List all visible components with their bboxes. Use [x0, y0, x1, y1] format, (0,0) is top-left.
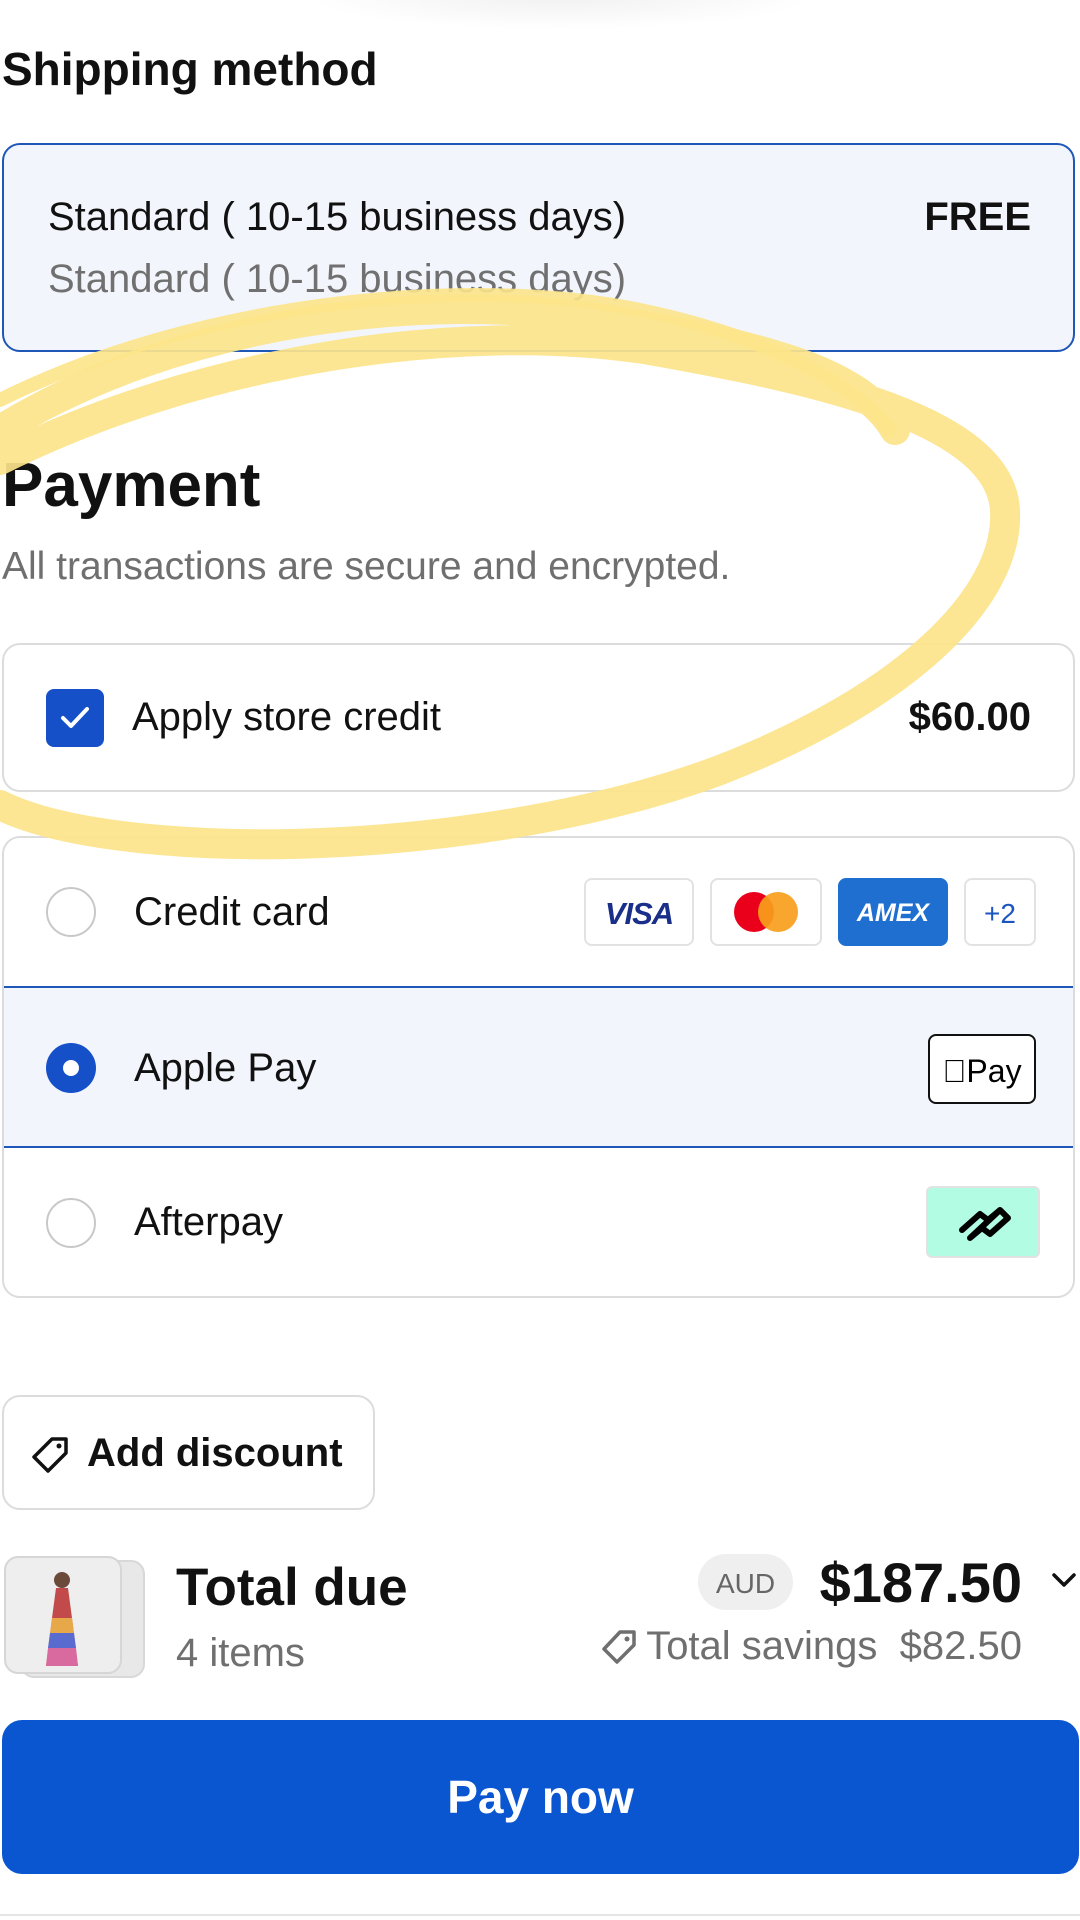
apple-pay-logo-icon: Pay: [928, 1034, 1036, 1104]
shipping-option-price: FREE: [924, 195, 1031, 239]
product-thumbnail[interactable]: [4, 1556, 122, 1674]
chevron-down-icon[interactable]: [1050, 1570, 1078, 1590]
payment-method-apple-pay[interactable]: Apple Pay Pay: [4, 986, 1073, 1148]
bottom-divider: [0, 1914, 1080, 1916]
apple-pay-radio[interactable]: [46, 1043, 96, 1093]
credit-card-label: Credit card: [134, 890, 330, 934]
tag-icon: [32, 1437, 68, 1473]
dress-image-icon: [46, 1572, 78, 1666]
payment-method-credit-card[interactable]: Credit card VISA AMEX +2: [4, 838, 1073, 986]
store-credit-label: Apply store credit: [132, 695, 442, 739]
add-discount-label: Add discount: [87, 1431, 343, 1475]
afterpay-logo-icon: [926, 1186, 1040, 1258]
top-shadow: [300, 0, 820, 30]
shipping-option-subtitle: Standard ( 10-15 business days): [48, 257, 627, 301]
checkmark-icon: [61, 707, 89, 728]
credit-card-radio[interactable]: [46, 887, 96, 937]
total-savings: Total savings $82.50: [600, 1624, 1022, 1669]
pay-now-label: Pay now: [447, 1771, 634, 1823]
payment-title: Payment: [2, 451, 261, 520]
currency-badge: AUD: [698, 1554, 793, 1610]
savings-tag-icon: [602, 1630, 636, 1664]
item-count: 4 items: [176, 1631, 305, 1675]
total-savings-label: Total savings: [646, 1624, 878, 1668]
payment-subtitle: All transactions are secure and encrypte…: [2, 545, 731, 588]
afterpay-label: Afterpay: [134, 1200, 283, 1244]
amex-logo-icon: AMEX: [838, 878, 948, 946]
afterpay-radio[interactable]: [46, 1198, 96, 1248]
store-credit-amount: $60.00: [908, 695, 1031, 739]
shipping-option-name: Standard ( 10-15 business days): [48, 195, 627, 239]
store-credit-option[interactable]: Apply store credit $60.00: [2, 643, 1075, 792]
payment-methods-list: Credit card VISA AMEX +2 Apple Pay Pay …: [2, 836, 1075, 1298]
add-discount-button[interactable]: Add discount: [2, 1395, 375, 1510]
payment-method-afterpay[interactable]: Afterpay: [4, 1148, 1073, 1296]
shipping-method-title: Shipping method: [2, 43, 378, 95]
total-savings-amount: $82.50: [899, 1624, 1022, 1668]
total-due-label: Total due: [176, 1558, 408, 1617]
shipping-option-standard[interactable]: Standard ( 10-15 business days) Standard…: [2, 143, 1075, 352]
store-credit-checkbox[interactable]: [46, 689, 104, 747]
more-cards-badge: +2: [964, 878, 1036, 946]
apple-pay-label: Apple Pay: [134, 1046, 317, 1090]
mastercard-logo-icon: [710, 878, 822, 946]
pay-now-button[interactable]: Pay now: [2, 1720, 1079, 1874]
total-amount: $187.50: [819, 1551, 1022, 1614]
visa-logo-icon: VISA: [584, 878, 694, 946]
